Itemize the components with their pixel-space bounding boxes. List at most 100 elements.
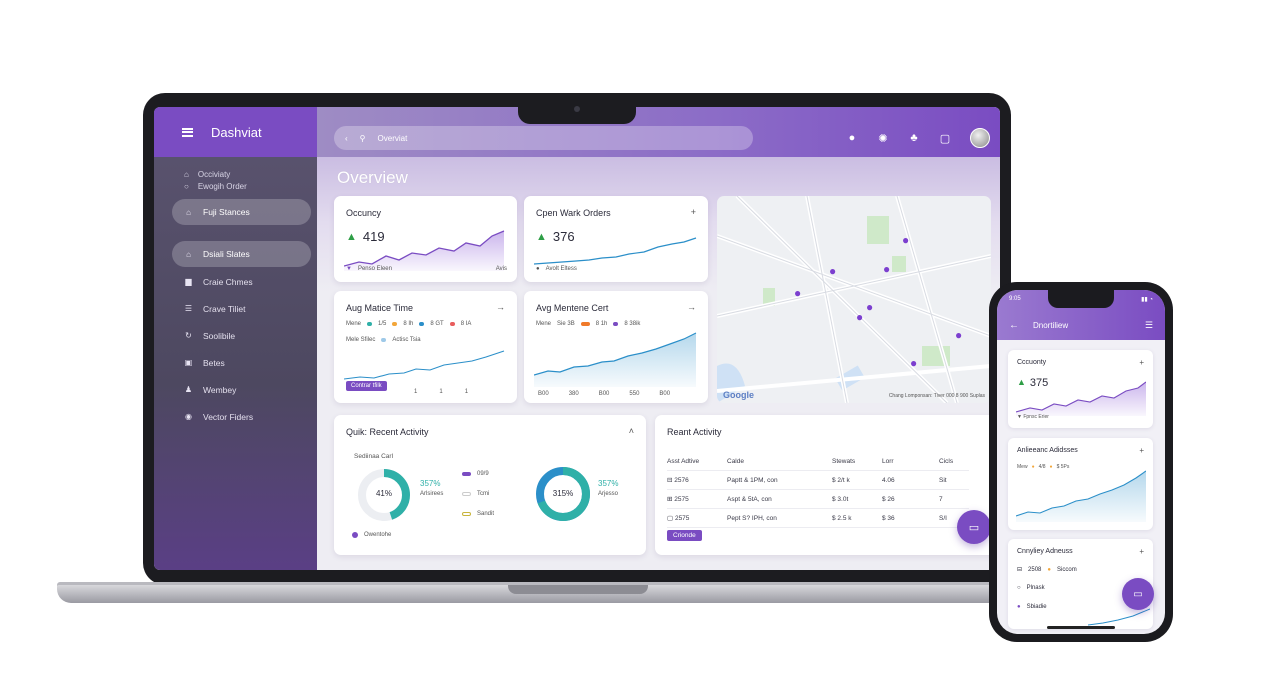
sidebar-item-wembey[interactable]: ♟ Wembey (154, 377, 317, 402)
phone-notch (1048, 290, 1114, 308)
phone-occupancy-title: Cccuonty (1017, 359, 1047, 366)
back-arrow-icon[interactable]: ← (1009, 320, 1019, 331)
home-icon: ⌂ (186, 207, 191, 217)
phone-occupancy-chart (1016, 381, 1146, 416)
donut-1-center: 41% (375, 489, 392, 498)
sidebar-group[interactable]: ⌂ Occiviaty ○ Ewogih Order (184, 169, 317, 193)
expand-icon[interactable]: + (691, 207, 696, 217)
laptop-camera (574, 106, 580, 112)
home-icon: ⌂ (186, 249, 191, 259)
phone-second-card[interactable]: Anlieeanc Adidsses + Mew ● 4/8 ● $ 5Ps (1008, 438, 1153, 530)
signal-icon: ▮▮ ◔ (1141, 297, 1153, 303)
map-pin[interactable]: ● (883, 262, 890, 276)
sidebar-item-craie-chmes[interactable]: ▆ Craie Chmes (154, 269, 317, 294)
add-icon[interactable]: + (1139, 446, 1144, 455)
map-pin[interactable]: ● (829, 264, 836, 278)
maintenance-cost-card[interactable]: Avg Mentene Cert → Mene Sie 3B 8 1h 8 38… (524, 291, 708, 403)
phone-second-title: Anlieeanc Adidsses (1017, 447, 1078, 454)
arrow-right-icon[interactable]: → (687, 302, 696, 312)
maintenance-cost-legend: Mene Sie 3B 8 1h 8 38ik (536, 321, 641, 327)
laptop-notch (518, 101, 636, 124)
settings-icon: ◉ (185, 412, 192, 421)
search-input[interactable]: Overviat (378, 134, 408, 143)
top-bar: ‹ ⚲ Overviat ● ✺ ♣ ▢ (317, 107, 1000, 157)
circle-icon: ○ (184, 182, 189, 191)
map[interactable]: ● ● ● ● ● ● ● ● Google Chang Lomponsan: … (717, 196, 991, 403)
maintenance-cost-chart (534, 332, 697, 387)
map-pin[interactable]: ● (902, 233, 909, 247)
page-title: Overview (337, 168, 408, 187)
home-indicator (1047, 626, 1115, 629)
map-logo: Google (723, 390, 754, 400)
top-icons: ● ✺ ♣ ▢ (846, 128, 990, 148)
activity-action-button[interactable]: Crionde (667, 530, 702, 541)
map-pin[interactable]: ● (910, 356, 917, 370)
quick-subtitle: Sediinaa Carl (354, 453, 394, 460)
menu-icon[interactable]: ☰ (1145, 320, 1153, 331)
chat-button[interactable]: ▭ (957, 510, 991, 544)
occupancy-sparkline (344, 230, 505, 271)
add-icon[interactable]: + (1139, 358, 1144, 367)
legend-item: Sandit (462, 511, 494, 517)
chat-icon: ▭ (1133, 588, 1143, 600)
maintenance-time-legend-2: Mele Sfilec Actisc Tsia (346, 337, 421, 343)
team-icon[interactable]: ♣ (908, 132, 920, 144)
lock-icon: ▣ (184, 358, 193, 367)
work-orders-sparkline (534, 237, 697, 265)
phone-chat-button[interactable]: ▭ (1122, 578, 1154, 610)
phone-time: 9:05 (1009, 296, 1021, 302)
occupancy-card[interactable]: Occuncy ▲ 419 ▼ Penso Eleen Avis (334, 196, 517, 282)
map-pin[interactable]: ● (955, 328, 962, 342)
sidebar-item-crave-tiliet[interactable]: ☰ Crave Tiliet (154, 296, 317, 321)
refresh-icon: ↻ (185, 331, 192, 340)
legend-item: 09/9 (462, 471, 489, 477)
add-icon[interactable]: + (1139, 547, 1144, 556)
user-icon[interactable]: ● (846, 132, 858, 144)
recent-activity-card[interactable]: Reant Activity Asst Adtive Calde Stewats… (655, 415, 1000, 555)
globe-icon[interactable]: ✺ (877, 132, 889, 145)
maintenance-time-badge[interactable]: Contrar tfilk (346, 381, 387, 391)
building-icon: ▆ (185, 277, 192, 286)
phone-recent-row[interactable]: ⊟ 2508 ● Siccom (1017, 566, 1077, 574)
maintenance-time-card[interactable]: Aug Matice Time → Mene 1/5 8 Ih 8 GT 8 I… (334, 291, 517, 403)
quick-activity-card[interactable]: Quik: Recent Activity ˄ Sediinaa Carl 41… (334, 415, 646, 555)
work-orders-title: Cpen Wark Orders (536, 208, 611, 218)
quick-footer[interactable]: Owentohe (352, 532, 391, 538)
menu-icon[interactable] (182, 127, 193, 137)
legend-item: Tcmi (462, 491, 489, 497)
phone-occupancy-card[interactable]: Cccuonty + ▲ 375 ▼ Fpnsc Erier (1008, 350, 1153, 428)
table-row[interactable]: ⊞ 2575 Aspt & 5tA, con $ 3.0t $ 26 7 (667, 490, 969, 509)
sidebar-item-fuji-stances[interactable]: ⌂ Fuji Stances (172, 199, 311, 225)
avatar[interactable] (970, 128, 990, 148)
sidebar-item-soolibile[interactable]: ↻ Soolibile (154, 323, 317, 348)
calendar-icon[interactable]: ▢ (939, 132, 951, 145)
phone-occupancy-legend: ▼ Fpnsc Erier (1017, 414, 1049, 420)
maintenance-cost-ticks: B00 380 B00 550 B00 (538, 391, 671, 397)
sidebar-item-betes[interactable]: ▣ Betes (154, 350, 317, 375)
map-pin[interactable]: ● (866, 300, 873, 314)
table-row[interactable]: ⊟ 2576 Paptt & 1PM, con $ 2/t k 4.06 Sit (667, 471, 969, 490)
search-bar[interactable]: ‹ ⚲ Overviat (334, 126, 753, 150)
maintenance-time-title: Aug Matice Time (346, 303, 414, 313)
occupancy-title: Occuncy (346, 208, 382, 218)
phone-recent-row[interactable]: ● Sbiadie (1017, 604, 1047, 610)
donut-2-pct: 357% (598, 479, 619, 488)
donut-2-label: Arjesso (598, 491, 619, 497)
list-icon: ⊟ (1017, 567, 1023, 573)
map-pin[interactable]: ● (856, 310, 863, 324)
sidebar-item-vector-fiders[interactable]: ◉ Vector Fiders (154, 404, 317, 429)
occupancy-legend: ▼ Penso Eleen (346, 266, 392, 272)
phone-recent-title: Cnnyliey Adneuss (1017, 548, 1073, 555)
phone-recent-row[interactable]: ○ Plnask (1017, 585, 1045, 591)
maintenance-time-legend: Mene 1/5 8 Ih 8 GT 8 IA (346, 321, 472, 327)
table-row[interactable]: ▢ 2575 Pept S? IPH, con $ 2.5 k $ 36 S/I (667, 509, 969, 528)
work-orders-card[interactable]: Cpen Wark Orders + ▲ 376 ● Avolt Eltess (524, 196, 708, 282)
map-pin[interactable]: ● (794, 286, 801, 300)
sidebar-item-dsiali-slates[interactable]: ⌂ Dsiali Slates (172, 241, 311, 267)
users-icon: ♟ (184, 385, 193, 394)
map-credit: Chang Lomponsan: Tiver 000 8 900 Suplas (888, 393, 985, 399)
back-icon[interactable]: ‹ (345, 134, 348, 143)
circle-icon: ○ (1017, 585, 1021, 591)
collapse-icon[interactable]: ˄ (629, 426, 634, 436)
arrow-right-icon[interactable]: → (496, 302, 505, 312)
